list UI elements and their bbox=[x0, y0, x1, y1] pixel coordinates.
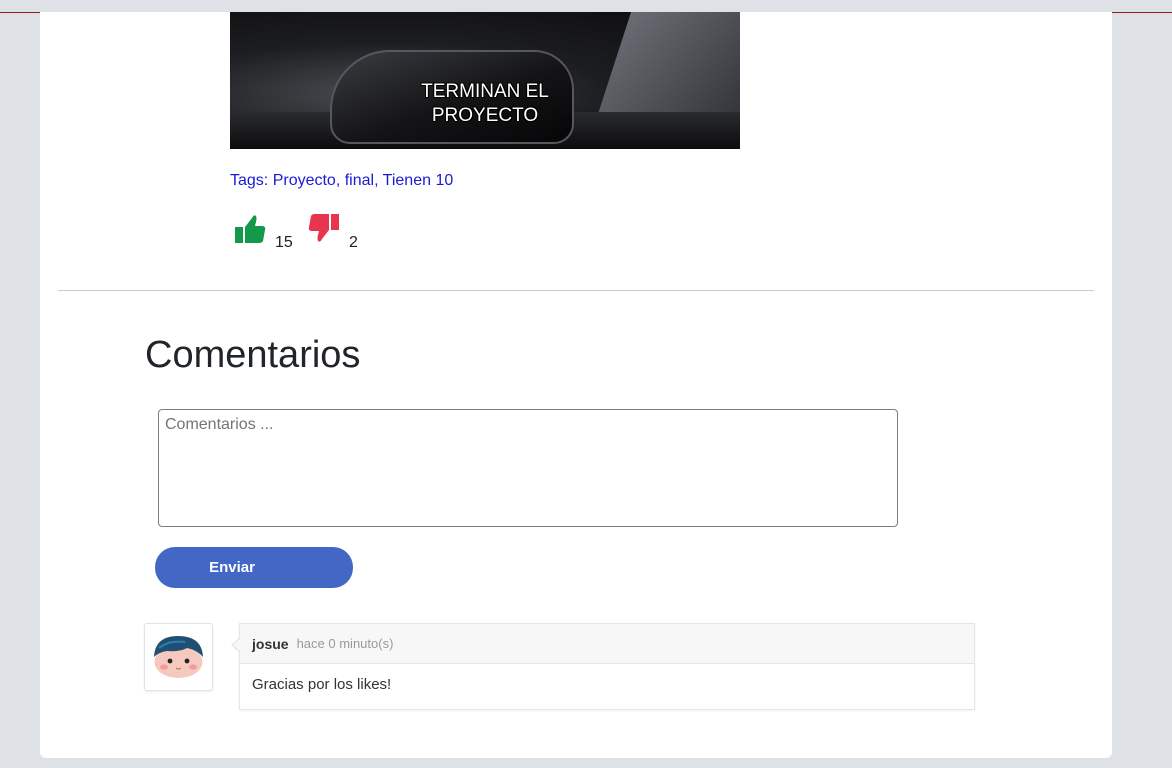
like-count: 15 bbox=[275, 234, 293, 251]
image-caption: TERMINAN EL PROYECTO bbox=[230, 80, 740, 128]
post-image: TERMINAN EL PROYECTO bbox=[230, 12, 740, 149]
image-caption-line1: TERMINAN EL bbox=[421, 81, 549, 102]
comments-title: Comentarios bbox=[145, 334, 361, 376]
post-tags[interactable]: Tags: Proyecto, final, Tienen 10 bbox=[230, 172, 453, 190]
section-divider bbox=[58, 290, 1094, 291]
thumbs-down-icon bbox=[308, 214, 339, 242]
submit-comment-button[interactable]: Enviar bbox=[155, 547, 353, 588]
comment-text: Gracias por los likes! bbox=[252, 676, 392, 693]
avatar bbox=[144, 623, 213, 691]
comment-item: josue hace 0 minuto(s) Gracias por los l… bbox=[231, 623, 975, 710]
comment-input[interactable] bbox=[158, 409, 898, 527]
comment-time: hace 0 minuto(s) bbox=[296, 636, 394, 651]
avatar-face-icon bbox=[154, 636, 203, 678]
comment-header: josue hace 0 minuto(s) bbox=[240, 624, 974, 664]
comment-pointer bbox=[231, 637, 241, 653]
image-caption-line2: PROYECTO bbox=[431, 105, 539, 126]
dislike-button[interactable]: 2 bbox=[307, 212, 358, 251]
like-button[interactable]: 15 bbox=[233, 212, 293, 251]
post-card: TERMINAN EL PROYECTO Tags: Proyecto, fin… bbox=[40, 12, 1112, 758]
dislike-count: 2 bbox=[349, 234, 358, 251]
comment-author[interactable]: josue bbox=[252, 636, 289, 652]
thumbs-up-icon bbox=[235, 215, 266, 243]
